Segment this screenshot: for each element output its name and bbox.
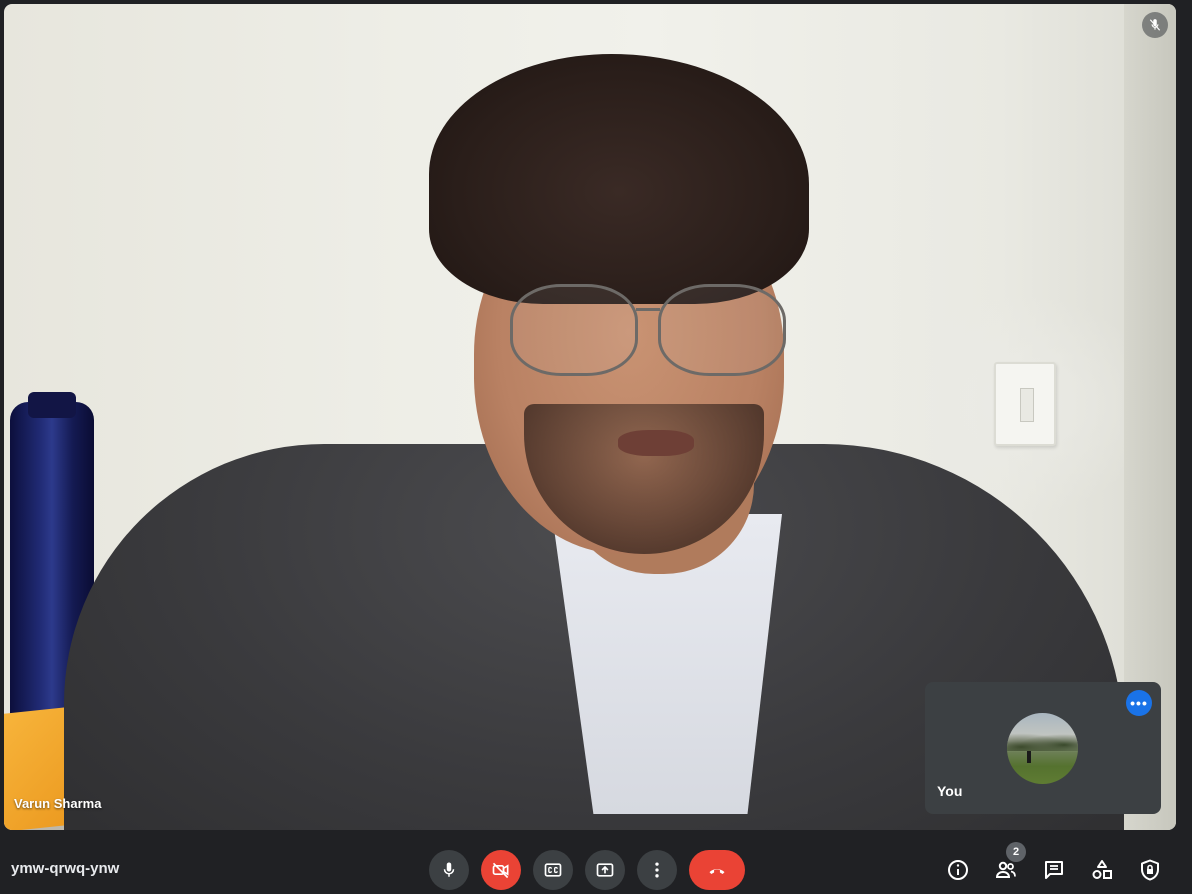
- self-view-label: You: [937, 783, 963, 799]
- captions-button[interactable]: [533, 850, 573, 890]
- host-controls-icon: [1138, 858, 1162, 882]
- participant-glasses: [486, 274, 786, 384]
- more-options-button[interactable]: [637, 850, 677, 890]
- meeting-code: ymw-qrwq-ynw: [11, 860, 120, 877]
- participant-mouth: [618, 430, 694, 456]
- activities-button[interactable]: [1087, 855, 1117, 885]
- participant-hair: [429, 54, 809, 304]
- microphone-icon: [440, 861, 458, 879]
- light-switch: [994, 362, 1056, 446]
- info-icon: [946, 858, 970, 882]
- captions-icon: [543, 860, 563, 880]
- meeting-info-button[interactable]: [943, 855, 973, 885]
- camera-off-icon: [491, 860, 511, 880]
- glasses-bridge: [636, 308, 660, 311]
- self-avatar: [1007, 713, 1078, 784]
- glasses-lens-left: [510, 284, 638, 376]
- self-view-more-button[interactable]: •••: [1126, 690, 1152, 716]
- present-button[interactable]: [585, 850, 625, 890]
- chat-icon: [1042, 858, 1066, 882]
- activities-icon: [1090, 858, 1114, 882]
- glasses-lens-right: [658, 284, 786, 376]
- present-screen-icon: [595, 860, 615, 880]
- chat-button[interactable]: [1039, 855, 1069, 885]
- call-end-icon: [704, 860, 730, 880]
- participant-muted-indicator: [1142, 12, 1168, 38]
- leave-call-button[interactable]: [689, 850, 745, 890]
- participant-name: Varun Sharma: [14, 796, 102, 811]
- camera-button[interactable]: [481, 850, 521, 890]
- host-controls-button[interactable]: [1135, 855, 1165, 885]
- more-vert-icon: [647, 860, 667, 880]
- mic-off-icon: [1148, 18, 1162, 32]
- participant-count-badge: 2: [1006, 842, 1026, 862]
- microphone-button[interactable]: [429, 850, 469, 890]
